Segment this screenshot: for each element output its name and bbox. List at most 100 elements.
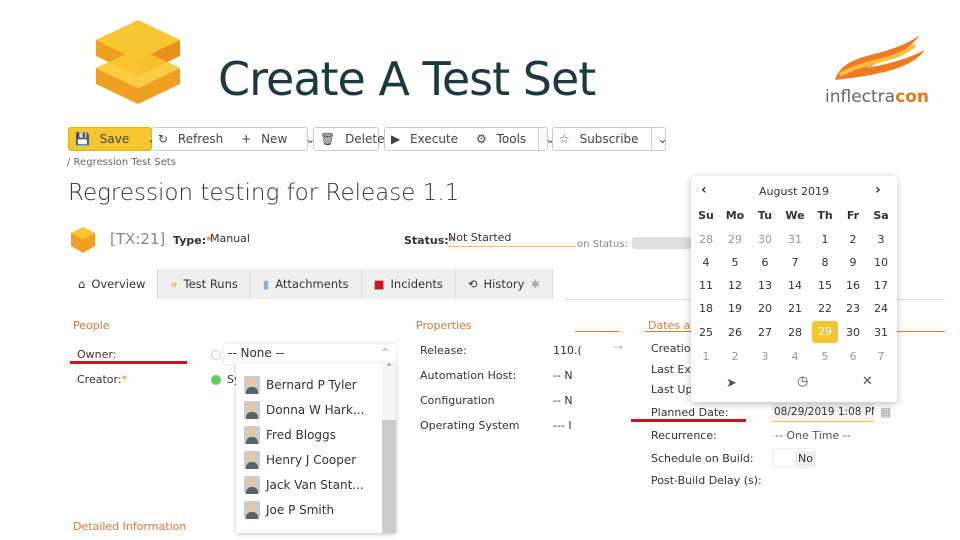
- calendar-day[interactable]: 31: [782, 233, 808, 246]
- tab-incidents[interactable]: ■ Incidents: [361, 269, 456, 299]
- arrow-right-icon[interactable]: →: [613, 340, 623, 354]
- calendar-day[interactable]: 21: [782, 302, 808, 315]
- release-value[interactable]: 110.(: [553, 344, 582, 357]
- calendar-day[interactable]: 5: [812, 350, 838, 363]
- calendar-day[interactable]: 8: [812, 256, 838, 269]
- automation-host-value[interactable]: -- N: [553, 369, 573, 382]
- calendar-day[interactable]: 7: [782, 256, 808, 269]
- radio-icon[interactable]: [211, 350, 221, 360]
- calendar-icon[interactable]: ▦: [880, 405, 891, 419]
- user-name: Joe P Smith: [266, 503, 335, 517]
- calendar-day[interactable]: 13: [752, 279, 778, 292]
- scrollbar[interactable]: ⌃: [382, 363, 396, 533]
- test-set-id: [TX:21]: [110, 230, 166, 248]
- new-button[interactable]: + New: [235, 132, 299, 146]
- tab-overview[interactable]: ⌂ Overview: [66, 269, 159, 299]
- breadcrumb[interactable]: / Regression Test Sets: [67, 157, 176, 168]
- weekday-header: Fr: [846, 209, 860, 222]
- tab-attachments[interactable]: ▮ Attachments: [250, 269, 362, 299]
- calendar-day[interactable]: 2: [722, 350, 748, 363]
- tools-button[interactable]: ⚙ Tools: [470, 132, 538, 146]
- save-button[interactable]: 💾 Save⌄: [68, 127, 157, 151]
- calendar-day[interactable]: 5: [722, 256, 748, 269]
- calendar-day[interactable]: 17: [868, 279, 894, 292]
- calendar-day[interactable]: 25: [693, 326, 719, 339]
- tab-test-runs[interactable]: » Test Runs: [158, 269, 251, 299]
- chevron-up-icon[interactable]: ⌃: [382, 363, 396, 373]
- next-month-icon[interactable]: ›: [875, 182, 881, 198]
- list-item[interactable]: Donna W Hark...: [244, 399, 364, 421]
- clock-icon[interactable]: ◷: [797, 374, 808, 389]
- planned-date-label: Planned Date:: [651, 406, 729, 419]
- configuration-value[interactable]: -- N: [553, 394, 573, 407]
- operating-system-label: Operating System: [420, 419, 520, 432]
- operating-system-value[interactable]: --- I: [553, 419, 572, 432]
- calendar-day[interactable]: 2: [840, 233, 866, 246]
- calendar-day[interactable]: 1: [693, 350, 719, 363]
- calendar-day[interactable]: 28: [782, 326, 808, 339]
- calendar-day[interactable]: 4: [693, 256, 719, 269]
- calendar-day[interactable]: 18: [693, 302, 719, 315]
- history-icon: ⟲: [467, 277, 478, 291]
- scrollbar-thumb[interactable]: [382, 420, 396, 533]
- planned-date-input[interactable]: 08/29/2019 1:08 PM: [772, 403, 874, 422]
- date-picker[interactable]: ‹ August 2019 › ➤ ◷ ✕ Su Mo Tu We Th Fr Sa 28 29…: [691, 176, 897, 402]
- calendar-day[interactable]: 4: [782, 350, 808, 363]
- calendar-day[interactable]: 16: [840, 279, 866, 292]
- recurrence-value[interactable]: -- One Time --: [775, 429, 851, 442]
- calendar-day[interactable]: 30: [752, 233, 778, 246]
- calendar-day[interactable]: 22: [812, 302, 838, 315]
- calendar-day[interactable]: 26: [722, 326, 748, 339]
- calendar-day[interactable]: 15: [812, 279, 838, 292]
- calendar-day[interactable]: 27: [752, 326, 778, 339]
- calendar-day[interactable]: 12: [722, 279, 748, 292]
- calendar-day[interactable]: 29: [812, 321, 838, 343]
- detailed-section-title: Detailed Information: [73, 520, 187, 533]
- calendar-day[interactable]: 29: [722, 233, 748, 246]
- highlight-underline: [631, 419, 746, 422]
- chevron-down-icon[interactable]: ⌄: [652, 132, 674, 146]
- highlight-underline: [70, 361, 187, 364]
- calendar-day[interactable]: 9: [840, 256, 866, 269]
- calendar-day[interactable]: 6: [840, 350, 866, 363]
- calendar-day[interactable]: 30: [840, 326, 866, 339]
- calendar-day[interactable]: 10: [868, 256, 894, 269]
- list-item[interactable]: Jack Van Stant...: [244, 474, 364, 496]
- calendar-day[interactable]: 7: [868, 350, 894, 363]
- calendar-day[interactable]: 3: [868, 233, 894, 246]
- calendar-day[interactable]: 6: [752, 256, 778, 269]
- close-icon[interactable]: ✕: [862, 374, 873, 389]
- calendar-day[interactable]: 24: [868, 302, 894, 315]
- tab-label: Incidents: [390, 277, 443, 291]
- list-item[interactable]: Bernard P Tyler: [244, 374, 357, 396]
- owner-dropdown-list[interactable]: Bernard P Tyler Donna W Hark... Fred Blo…: [236, 363, 396, 533]
- list-item[interactable]: Fred Bloggs: [244, 424, 336, 446]
- calendar-day[interactable]: 1: [812, 233, 838, 246]
- calendar-day[interactable]: 20: [752, 302, 778, 315]
- calendar-day[interactable]: 19: [722, 302, 748, 315]
- list-item[interactable]: Joe P Smith: [244, 499, 334, 521]
- calendar-day[interactable]: 3: [752, 350, 778, 363]
- subscribe-button[interactable]: ☆ Subscribe: [553, 132, 651, 146]
- schedule-toggle[interactable]: No: [772, 448, 816, 468]
- calendar-day[interactable]: 14: [782, 279, 808, 292]
- chevrons-icon: »: [170, 277, 178, 291]
- calendar-day[interactable]: 28: [693, 233, 719, 246]
- delete-button[interactable]: 🗑 Delete: [313, 127, 385, 151]
- calendar-day[interactable]: 31: [868, 326, 894, 339]
- refresh-button[interactable]: ↻ Refresh: [152, 132, 235, 146]
- calendar-day[interactable]: 23: [840, 302, 866, 315]
- navigate-today-icon[interactable]: ➤: [726, 376, 737, 391]
- tab-history[interactable]: ⟲ History ✱: [455, 269, 554, 299]
- execute-button[interactable]: ▶ Execute: [385, 132, 470, 146]
- user-name: Donna W Hark...: [266, 403, 365, 417]
- avatar: [244, 451, 260, 469]
- calendar-day[interactable]: 11: [693, 279, 719, 292]
- calendar-month[interactable]: August 2019: [691, 185, 897, 198]
- status-field[interactable]: Not Started: [448, 231, 576, 247]
- owner-select[interactable]: -- None -- ⌃: [224, 344, 396, 364]
- list-item[interactable]: Henry J Cooper: [244, 449, 356, 471]
- type-value[interactable]: Manual: [210, 232, 250, 245]
- refresh-label: Refresh: [177, 132, 224, 146]
- on-status-label: on Status:: [577, 239, 628, 250]
